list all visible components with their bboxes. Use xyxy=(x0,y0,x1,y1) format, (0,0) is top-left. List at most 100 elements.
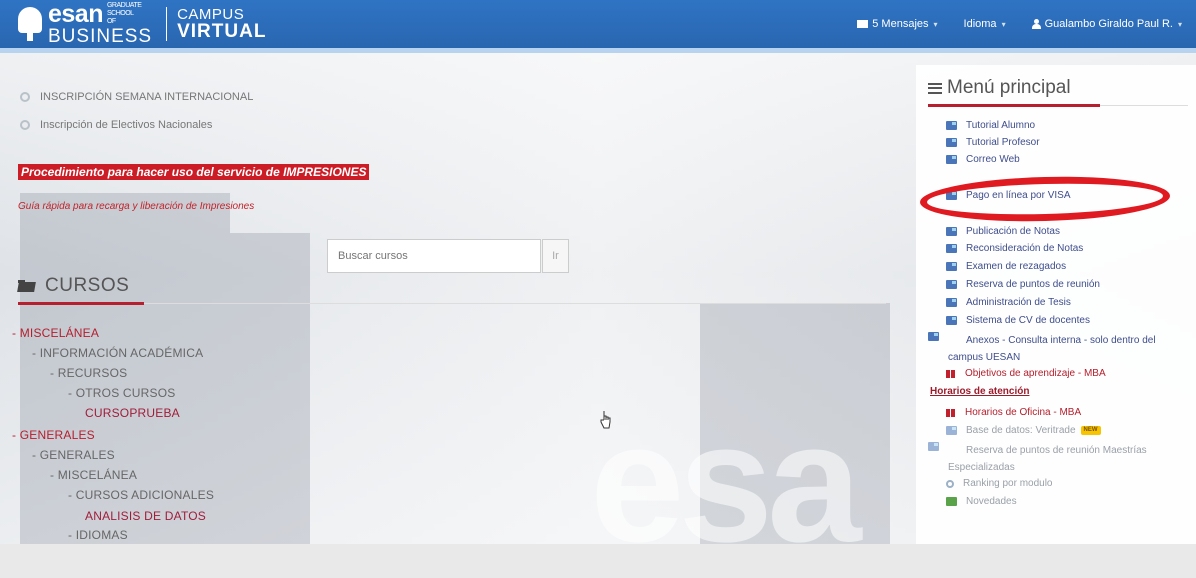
menu-item[interactable]: Reconsideración de Notas xyxy=(946,243,1083,254)
top-navbar: esan GRADUATE SCHOOL OF BUSINESS CAMPUS V… xyxy=(0,0,1196,53)
menu-title: Menú principal xyxy=(947,77,1071,98)
main-menu-block: Menú principal Tutorial Alumno Tutorial … xyxy=(916,65,1196,544)
heading-underline xyxy=(18,302,144,305)
language-menu[interactable]: Idioma ▾ xyxy=(964,18,1006,30)
impresiones-guide-link[interactable]: Guía rápida para recarga y liberación de… xyxy=(18,201,254,212)
menu-item[interactable]: Administración de Tesis xyxy=(946,297,1071,308)
menu-item[interactable]: Tutorial Profesor xyxy=(946,137,1040,148)
menu-item[interactable]: Ranking por modulo xyxy=(946,478,1053,489)
document-icon xyxy=(946,298,957,307)
logo-divider xyxy=(166,7,168,41)
divider xyxy=(18,303,886,304)
menu-item-label: Reserva de puntos de reunión Maestrías E… xyxy=(948,445,1147,473)
user-name: Gualambo Giraldo Paul R. xyxy=(1044,18,1173,30)
inscripcion-link[interactable]: INSCRIPCIÓN SEMANA INTERNACIONAL xyxy=(20,91,253,103)
book-icon xyxy=(946,369,956,379)
user-menu[interactable]: Gualambo Giraldo Paul R. ▾ xyxy=(1031,18,1182,30)
category-link[interactable]: - MISCELÁNEA xyxy=(12,326,99,340)
hamburger-icon xyxy=(928,82,942,94)
user-icon xyxy=(1031,19,1041,29)
category-link[interactable]: - INFORMACIÓN ACADÉMICA xyxy=(32,346,203,360)
menu-item[interactable]: Reserva de puntos de reunión xyxy=(946,279,1100,290)
menu-item[interactable]: Anexos - Consulta interna - solo dentro … xyxy=(928,332,1190,366)
messages-label: 5 Mensajes xyxy=(872,18,929,30)
inscripcion-label: Inscripción de Electivos Nacionales xyxy=(40,119,213,131)
menu-item-label: Examen de rezagados xyxy=(966,261,1067,272)
menu-item-label: Tutorial Alumno xyxy=(966,120,1036,131)
main-content: INSCRIPCIÓN SEMANA INTERNACIONAL Inscrip… xyxy=(0,53,900,544)
category-link[interactable]: - GENERALES xyxy=(12,428,95,442)
document-icon xyxy=(946,121,957,130)
category-link[interactable]: - RECURSOS xyxy=(50,366,127,380)
document-icon xyxy=(946,155,957,164)
menu-item[interactable]: Novedades xyxy=(946,496,1017,507)
menu-item-label: Novedades xyxy=(966,496,1017,507)
menu-item[interactable]: Correo Web xyxy=(946,154,1020,165)
document-icon xyxy=(946,426,957,435)
new-badge: NEW xyxy=(1080,426,1101,435)
menu-item-label: Reserva de puntos de reunión xyxy=(966,279,1100,290)
course-link[interactable]: ANALISIS DE DATOS xyxy=(85,509,206,523)
menu-item[interactable]: Sistema de CV de docentes xyxy=(946,315,1090,326)
inscripcion-link[interactable]: Inscripción de Electivos Nacionales xyxy=(20,119,212,131)
menu-item[interactable]: Objetivos de aprendizaje - MBA xyxy=(946,368,1106,379)
esan-logo[interactable]: esan GRADUATE SCHOOL OF BUSINESS CAMPUS V… xyxy=(18,2,267,47)
heading-underline xyxy=(928,104,1100,107)
logo-campus: CAMPUS xyxy=(177,6,245,23)
category-link[interactable]: - IDIOMAS xyxy=(68,528,128,542)
chevron-down-icon: ▾ xyxy=(933,19,938,29)
ring-icon xyxy=(946,479,954,488)
category-link[interactable]: - GENERALES xyxy=(32,448,115,462)
document-icon xyxy=(928,332,939,341)
menu-item-label: Correo Web xyxy=(966,154,1020,165)
menu-item[interactable]: Base de datos: Veritrade NEW xyxy=(946,425,1101,436)
horarios-heading[interactable]: Horarios de atención xyxy=(930,386,1029,397)
course-link[interactable]: CURSOPRUEBA xyxy=(85,406,180,420)
impresiones-procedure-link[interactable]: Procedimiento para hacer uso del servici… xyxy=(18,164,370,180)
messages-menu[interactable]: 5 Mensajes ▾ xyxy=(857,18,938,30)
logo-esan: esan xyxy=(48,0,103,28)
course-search-input[interactable] xyxy=(327,239,541,273)
category-link[interactable]: - OTROS CURSOS xyxy=(68,386,175,400)
category-link[interactable]: - MISCELÁNEA xyxy=(50,468,137,482)
tree-logo-icon xyxy=(18,7,42,41)
document-icon xyxy=(946,191,957,200)
cursos-heading: CURSOS xyxy=(18,275,129,297)
document-icon xyxy=(946,138,957,147)
document-icon xyxy=(946,316,957,325)
chat-icon xyxy=(946,497,957,506)
menu-item[interactable]: Examen de rezagados xyxy=(946,261,1066,272)
menu-item-label: Tutorial Profesor xyxy=(966,137,1040,148)
book-icon xyxy=(946,408,956,418)
circle-icon xyxy=(20,92,30,102)
document-icon xyxy=(946,227,957,236)
menu-item-label: Pago en línea por VISA xyxy=(966,190,1071,201)
menu-heading: Menú principal xyxy=(928,77,1071,99)
menu-item[interactable]: Horarios de Oficina - MBA xyxy=(946,407,1081,418)
menu-item-label: Reconsideración de Notas xyxy=(966,243,1084,254)
menu-item-label: Anexos - Consulta interna - solo dentro … xyxy=(948,335,1156,363)
document-icon xyxy=(928,442,939,451)
chevron-down-icon: ▾ xyxy=(1001,19,1006,29)
circle-icon xyxy=(20,120,30,130)
logo-virtual: VIRTUAL xyxy=(177,21,267,42)
cursos-title: CURSOS xyxy=(45,275,130,296)
logo-business: BUSINESS xyxy=(48,26,153,47)
inscripcion-label: INSCRIPCIÓN SEMANA INTERNACIONAL xyxy=(40,91,254,103)
document-icon xyxy=(946,280,957,289)
menu-item-label: Publicación de Notas xyxy=(966,226,1060,237)
menu-item-label: Administración de Tesis xyxy=(966,297,1071,308)
menu-item-label: Base de datos: Veritrade xyxy=(966,425,1076,436)
menu-item[interactable]: Tutorial Alumno xyxy=(946,120,1035,131)
logo-small: GRADUATE SCHOOL OF xyxy=(106,2,142,25)
menu-item-label: Ranking por modulo xyxy=(963,478,1053,489)
menu-item-visa-payment[interactable]: Pago en línea por VISA xyxy=(946,190,1071,201)
menu-item-label: Objetivos de aprendizaje - MBA xyxy=(965,368,1106,379)
language-label: Idioma xyxy=(963,18,997,30)
document-icon xyxy=(946,262,957,271)
course-search-button[interactable]: Ir xyxy=(542,239,569,273)
menu-item[interactable]: Publicación de Notas xyxy=(946,226,1060,237)
category-link[interactable]: - CURSOS ADICIONALES xyxy=(68,488,214,502)
menu-item[interactable]: Reserva de puntos de reunión Maestrías E… xyxy=(928,442,1190,476)
envelope-icon xyxy=(857,20,869,28)
